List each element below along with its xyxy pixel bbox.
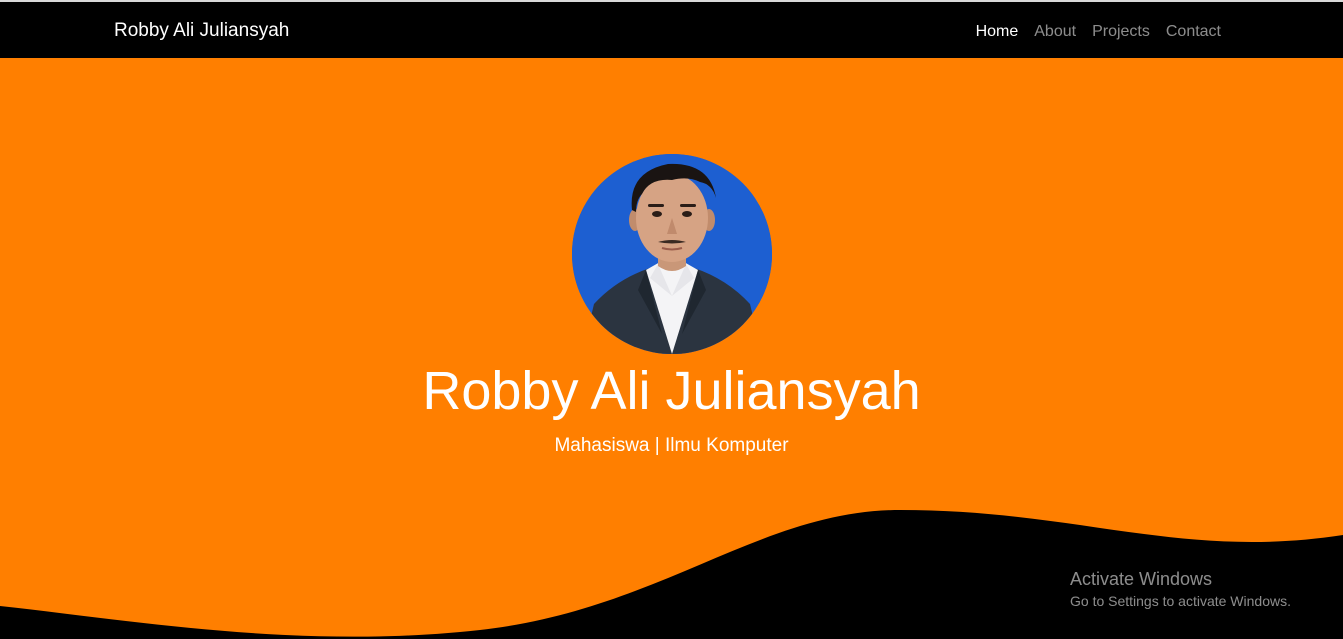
nav-link-projects[interactable]: Projects bbox=[1092, 21, 1150, 43]
navbar-brand[interactable]: Robby Ali Juliansyah bbox=[114, 19, 289, 43]
profile-photo-icon bbox=[572, 154, 772, 354]
profile-avatar bbox=[572, 154, 772, 354]
navbar: Robby Ali Juliansyah Home About Projects… bbox=[0, 2, 1343, 58]
windows-activation-watermark: Activate Windows Go to Settings to activ… bbox=[1070, 568, 1291, 611]
watermark-title: Activate Windows bbox=[1070, 569, 1213, 589]
nav-link-home[interactable]: Home bbox=[976, 21, 1019, 43]
watermark-subtitle: Go to Settings to activate Windows. bbox=[1070, 593, 1291, 609]
nav-link-contact[interactable]: Contact bbox=[1166, 21, 1221, 43]
nav-link-about[interactable]: About bbox=[1034, 21, 1076, 43]
hero-subtitle: Mahasiswa | Ilmu Komputer bbox=[554, 435, 789, 456]
hero-name: Robby Ali Juliansyah bbox=[422, 361, 921, 421]
page: Robby Ali Juliansyah Home About Projects… bbox=[0, 0, 1343, 639]
nav-links: Home About Projects Contact bbox=[976, 21, 1221, 43]
